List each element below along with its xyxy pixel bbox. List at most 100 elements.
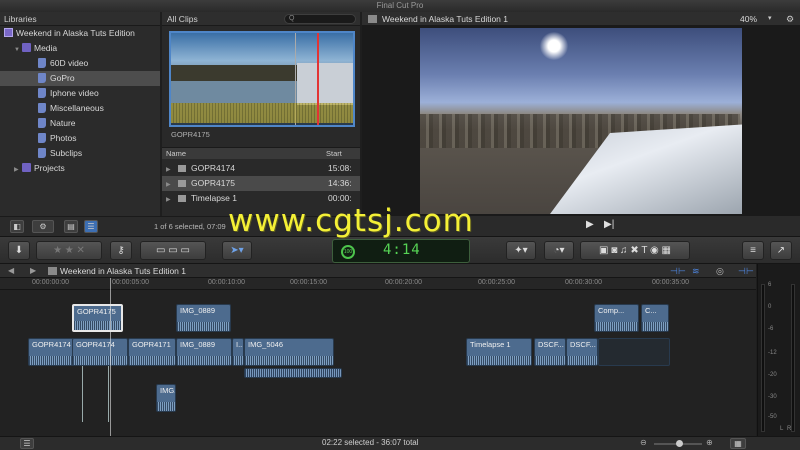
main-toolbar: ⬇ ★ ★ ✕ ⚷ ▭ ▭ ▭ ➤▾ 100 4:14 ✦▾ ◔▾ ▣ ◙ ♫ … bbox=[0, 236, 800, 264]
inspector-icon[interactable]: ≡ bbox=[742, 241, 764, 260]
column-name[interactable]: Name bbox=[166, 148, 186, 160]
clip-appearance-icon[interactable]: ▦ bbox=[730, 438, 746, 449]
view-options-icon[interactable]: ⚙ bbox=[786, 12, 794, 26]
library-item[interactable]: Weekend in Alaska Tuts Edition bbox=[0, 26, 160, 41]
keyword-icon bbox=[38, 88, 46, 98]
connected-clip[interactable]: Comp... bbox=[594, 304, 639, 332]
clip-filter-dropdown[interactable]: All Clips bbox=[167, 12, 198, 26]
keyword-key-icon[interactable]: ⚷ bbox=[110, 241, 132, 260]
keyword-item-iphone[interactable]: Iphone video bbox=[0, 86, 160, 101]
connected-clip[interactable]: C... bbox=[641, 304, 669, 332]
meter-right bbox=[791, 284, 795, 432]
waveform-icon[interactable]: ≋ bbox=[692, 264, 700, 278]
media-browsers[interactable]: ▣ ◙ ♫ ✖ T ◉ ▦ bbox=[580, 241, 690, 260]
filmstrip-clip-name: GOPR4175 bbox=[171, 130, 210, 139]
timecode-display[interactable]: 100 4:14 bbox=[332, 239, 470, 263]
meter-left bbox=[761, 284, 765, 432]
filmstrip-view-icon[interactable]: ▤ bbox=[64, 220, 78, 233]
primary-clip[interactable]: DSCF... bbox=[534, 338, 566, 366]
viewer-canvas[interactable] bbox=[362, 26, 800, 216]
keyword-icon bbox=[38, 73, 46, 83]
timeline-index-icon[interactable]: ☰ bbox=[20, 438, 34, 449]
browser-search-input[interactable]: Q bbox=[284, 14, 356, 24]
keyword-icon bbox=[38, 133, 46, 143]
audio-skimming-icon[interactable]: ⊣⊢ bbox=[670, 264, 686, 278]
audio-clip[interactable] bbox=[244, 368, 342, 378]
connected-clip[interactable]: GOPR4175 bbox=[72, 304, 123, 332]
timeline-title: Weekend in Alaska Tuts Edition 1 bbox=[60, 266, 187, 276]
enhance-icon[interactable]: ✦▾ bbox=[506, 241, 536, 260]
audio-meters: 6 0 -6 -12 -20 -30 -50 L R bbox=[757, 264, 800, 436]
clip-filmstrip[interactable] bbox=[169, 31, 355, 127]
import-icon[interactable]: ⬇ bbox=[8, 241, 30, 260]
keyword-item-photos[interactable]: Photos bbox=[0, 131, 160, 146]
keyword-item-nature[interactable]: Nature bbox=[0, 116, 160, 131]
selection-status: 1 of 6 selected, 07:09 bbox=[154, 222, 226, 231]
skimmer-playhead[interactable] bbox=[317, 33, 319, 125]
lower-connected-clip[interactable]: IMG... bbox=[156, 384, 176, 412]
rating-buttons[interactable]: ★ ★ ✕ bbox=[36, 241, 102, 260]
select-tool-icon[interactable]: ➤▾ bbox=[222, 241, 252, 260]
keyword-icon bbox=[38, 103, 46, 113]
timeline-statusbar: ☰ 02:22 selected - 36:07 total ⊖ ⊕ ▦ bbox=[0, 436, 800, 450]
primary-clip[interactable]: IMG_5046 bbox=[244, 338, 334, 366]
zoom-out-icon[interactable]: ⊖ bbox=[640, 438, 647, 447]
column-start[interactable]: Start bbox=[326, 148, 342, 160]
libraries-header: Libraries bbox=[0, 12, 160, 26]
gap-clip[interactable] bbox=[598, 338, 670, 366]
timeline-ruler[interactable]: 00:00:00:00 00:00:05:00 00:00:10:00 00:0… bbox=[0, 278, 756, 290]
keyword-icon bbox=[38, 58, 46, 68]
snapping-icon[interactable]: ⊣⊢ bbox=[738, 264, 754, 278]
keyword-item-misc[interactable]: Miscellaneous bbox=[0, 101, 160, 116]
timecode-value: 4:14 bbox=[383, 242, 421, 258]
gear-icon[interactable]: ⚙ bbox=[32, 220, 54, 233]
keyword-icon bbox=[38, 148, 46, 158]
edit-buttons[interactable]: ▭ ▭ ▭ bbox=[140, 241, 206, 260]
browser-header: All Clips Q bbox=[162, 12, 360, 26]
viewer-title: Weekend in Alaska Tuts Edition 1 bbox=[382, 14, 509, 24]
play-icon[interactable]: ▶ bbox=[586, 219, 594, 230]
viewer-zoom-dropdown[interactable]: 40% bbox=[740, 12, 757, 26]
timeline-playhead[interactable] bbox=[110, 278, 111, 436]
keyword-item-gopro[interactable]: GoPro bbox=[0, 71, 160, 86]
clip-icon bbox=[178, 195, 186, 202]
library-toggle-icon[interactable]: ◧ bbox=[10, 220, 24, 233]
video-frame bbox=[420, 28, 742, 214]
connected-clip[interactable]: IMG_0889 bbox=[176, 304, 231, 332]
watermark: www.cgtsj.com bbox=[228, 203, 474, 239]
keyword-item-subclips[interactable]: Subclips bbox=[0, 146, 160, 161]
library-icon bbox=[4, 28, 13, 37]
disclosure-closed-icon[interactable]: ▶ bbox=[14, 163, 22, 178]
zoom-in-icon[interactable]: ⊕ bbox=[706, 438, 713, 447]
solo-icon[interactable]: ◎ bbox=[716, 264, 724, 278]
primary-clip[interactable]: GOPR4174 bbox=[72, 338, 128, 366]
timeline-area[interactable]: GOPR4175 IMG_0889 Comp... C... GOPR4174 … bbox=[0, 290, 756, 436]
list-view-icon[interactable]: ☰ bbox=[84, 220, 98, 233]
list-item[interactable]: ▶ GOPR4174 15:08: bbox=[162, 161, 360, 176]
forward-arrow-icon[interactable]: ▶ bbox=[30, 264, 36, 278]
filmstrip-audio-waveform bbox=[171, 103, 353, 123]
primary-clip[interactable]: DSCF... bbox=[566, 338, 598, 366]
clip-icon bbox=[178, 180, 186, 187]
libraries-list: Weekend in Alaska Tuts Edition ▼ Media 60… bbox=[0, 26, 160, 216]
primary-clip[interactable]: GOPR4171 bbox=[128, 338, 176, 366]
event-item-projects[interactable]: ▶ Projects bbox=[0, 161, 160, 176]
retime-icon[interactable]: ◔▾ bbox=[544, 241, 574, 260]
timeline-status: 02:22 selected - 36:07 total bbox=[322, 438, 419, 447]
keyword-item-60d[interactable]: 60D video bbox=[0, 56, 160, 71]
background-tasks-icon[interactable]: 100 bbox=[341, 245, 355, 259]
chevron-down-icon[interactable]: ▾ bbox=[768, 12, 772, 26]
search-icon: Q bbox=[289, 15, 295, 22]
zoom-slider-knob[interactable] bbox=[676, 440, 683, 447]
list-item[interactable]: ▶ GOPR4175 14:36: bbox=[162, 176, 360, 191]
browser-area: GOPR4175 Name Start ▶ GOPR4174 15:08: ▶ GOP… bbox=[162, 26, 360, 216]
clip-icon bbox=[178, 165, 186, 172]
disclosure-closed-icon[interactable]: ▶ bbox=[166, 193, 174, 208]
back-arrow-icon[interactable]: ◀ bbox=[8, 264, 14, 278]
primary-clip[interactable]: Timelapse 1 bbox=[466, 338, 532, 366]
primary-clip[interactable]: I... bbox=[232, 338, 244, 366]
share-icon[interactable]: ↗ bbox=[770, 241, 792, 260]
event-item-media[interactable]: ▼ Media bbox=[0, 41, 160, 56]
primary-clip[interactable]: IMG_0889 bbox=[176, 338, 232, 366]
next-edit-icon[interactable]: ▶| bbox=[604, 219, 614, 230]
